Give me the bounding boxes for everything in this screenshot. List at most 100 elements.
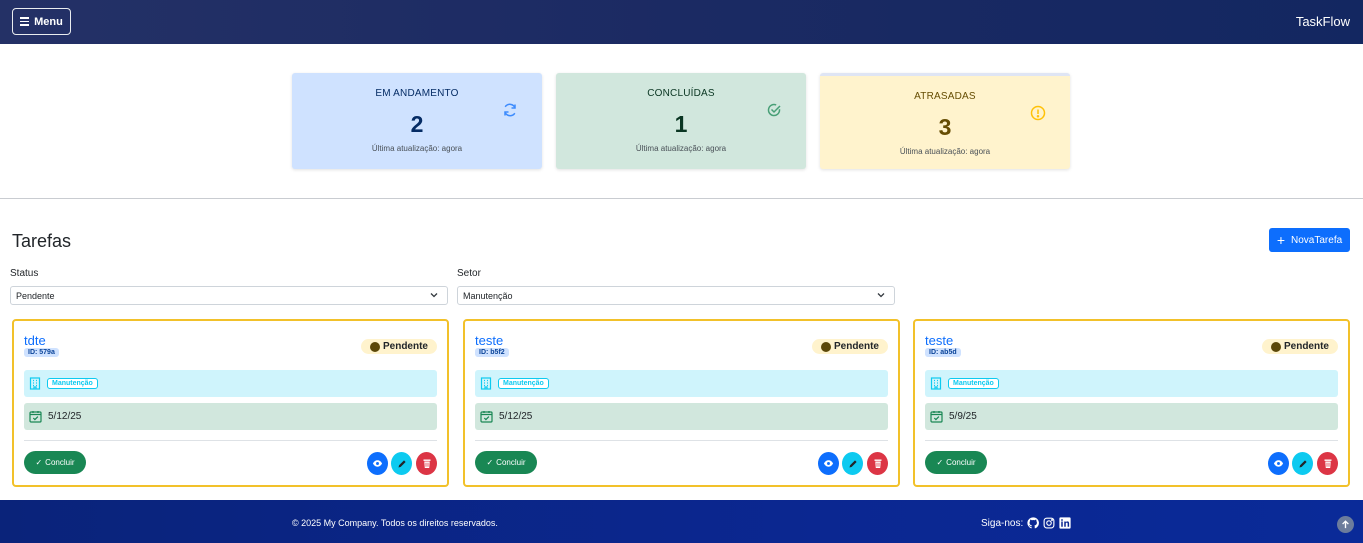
delete-button[interactable] <box>1317 452 1338 475</box>
task-id-badge: ID: b5f2 <box>475 348 509 357</box>
follow-label: Siga-nos: <box>981 517 1024 529</box>
status-filter-label: Status <box>10 268 39 279</box>
task-date-row: 5/9/25 <box>925 403 1338 430</box>
task-title[interactable]: tdte <box>24 333 46 348</box>
stat-card-in-progress: EM ANDAMENTO 2 Última atualização: agora <box>292 73 542 169</box>
top-navbar: Menu TaskFlow <box>0 0 1363 44</box>
check-icon: ✓ <box>936 458 944 467</box>
task-card: teste ID: b5f2 Pendente Manutenção 5/12/… <box>463 319 900 487</box>
task-setor-row: Manutenção <box>475 370 888 397</box>
pencil-icon <box>849 459 857 467</box>
exclamation-circle-icon <box>1030 105 1046 121</box>
view-button[interactable] <box>1268 452 1289 475</box>
view-button[interactable] <box>818 452 839 475</box>
edit-button[interactable] <box>391 452 412 475</box>
card-separator <box>24 440 437 441</box>
building-icon <box>930 377 942 390</box>
setor-badge: Manutenção <box>498 378 549 389</box>
building-icon <box>480 377 492 390</box>
stat-updated: Última atualização: agora <box>371 144 463 153</box>
setor-filter-select[interactable]: Manutenção <box>457 286 895 305</box>
check-icon: ✓ <box>486 458 494 467</box>
plus-icon: + <box>1276 232 1286 248</box>
delete-button[interactable] <box>416 452 437 475</box>
linkedin-icon[interactable] <box>1059 517 1071 529</box>
trash-icon <box>1324 459 1331 468</box>
chevron-down-icon <box>877 293 885 298</box>
task-id-badge: ID: ab5d <box>925 348 961 357</box>
instagram-icon[interactable] <box>1043 517 1055 529</box>
status-badge: Pendente <box>811 339 888 354</box>
stat-updated: Última atualização: agora <box>899 147 991 156</box>
building-icon <box>29 377 41 390</box>
pencil-icon <box>1299 459 1307 467</box>
refresh-icon <box>504 103 516 117</box>
tasks-title: Tarefas <box>12 231 72 251</box>
calendar-check-icon <box>930 411 943 423</box>
status-dot-icon <box>820 341 831 352</box>
conclude-label: Concluir <box>946 458 976 467</box>
task-date: 5/12/25 <box>499 411 533 422</box>
eye-icon <box>823 460 834 467</box>
stat-label: EM ANDAMENTO <box>375 88 459 99</box>
menu-button[interactable]: Menu <box>12 8 71 35</box>
status-label: Pendente <box>833 341 879 352</box>
task-date: 5/9/25 <box>949 411 977 422</box>
setor-badge: Manutenção <box>948 378 999 389</box>
check-icon: ✓ <box>35 458 43 467</box>
eye-icon <box>1273 460 1284 467</box>
section-divider <box>0 198 1363 199</box>
status-badge: Pendente <box>1261 339 1338 354</box>
brand-name[interactable]: TaskFlow <box>1296 14 1350 29</box>
setor-filter-value: Manutenção <box>463 290 513 301</box>
setor-filter-label: Setor <box>457 268 481 279</box>
task-card: teste ID: ab5d Pendente Manutenção 5/9/2… <box>913 319 1350 487</box>
stat-card-overdue: ATRASADAS 3 Última atualização: agora <box>820 73 1070 169</box>
conclude-button[interactable]: ✓ Concluir <box>24 451 86 474</box>
stat-updated: Última atualização: agora <box>635 144 727 153</box>
status-filter-select[interactable]: Pendente <box>10 286 448 305</box>
task-title[interactable]: teste <box>925 333 953 348</box>
github-icon[interactable] <box>1027 517 1040 529</box>
stats-row: EM ANDAMENTO 2 Última atualização: agora… <box>292 73 1070 169</box>
task-date-row: 5/12/25 <box>475 403 888 430</box>
trash-icon <box>423 459 430 468</box>
status-filter-value: Pendente <box>16 290 55 301</box>
conclude-button[interactable]: ✓ Concluir <box>475 451 537 474</box>
new-task-button[interactable]: + NovaTarefa <box>1269 228 1350 252</box>
hamburger-icon <box>20 17 30 26</box>
status-badge: Pendente <box>360 339 437 354</box>
view-button[interactable] <box>367 452 388 475</box>
arrow-up-icon <box>1342 520 1349 529</box>
footer: © 2025 My Company. Todos os direitos res… <box>0 500 1363 543</box>
check-circle-icon <box>767 103 781 117</box>
calendar-check-icon <box>480 411 493 423</box>
status-label: Pendente <box>382 341 428 352</box>
trash-icon <box>874 459 881 468</box>
stat-card-completed: CONCLUÍDAS 1 Última atualização: agora <box>556 73 806 169</box>
conclude-button[interactable]: ✓ Concluir <box>925 451 987 474</box>
task-card: tdte ID: 579a Pendente Manutenção 5/12/2… <box>12 319 449 487</box>
new-task-label: NovaTarefa <box>1291 234 1343 246</box>
task-setor-row: Manutenção <box>925 370 1338 397</box>
stat-label: CONCLUÍDAS <box>647 88 715 99</box>
card-separator <box>925 440 1338 441</box>
pencil-icon <box>398 459 406 467</box>
status-dot-icon <box>369 341 380 352</box>
edit-button[interactable] <box>842 452 863 475</box>
menu-label: Menu <box>34 15 63 28</box>
setor-badge: Manutenção <box>47 378 98 389</box>
eye-icon <box>372 460 383 467</box>
status-label: Pendente <box>1283 341 1329 352</box>
social-links: Siga-nos: <box>981 517 1071 529</box>
task-title[interactable]: teste <box>475 333 503 348</box>
card-separator <box>475 440 888 441</box>
copyright-text: © 2025 My Company. Todos os direitos res… <box>292 518 498 528</box>
status-dot-icon <box>1270 341 1281 352</box>
conclude-label: Concluir <box>496 458 526 467</box>
task-date: 5/12/25 <box>48 411 82 422</box>
conclude-label: Concluir <box>45 458 75 467</box>
edit-button[interactable] <box>1292 452 1313 475</box>
scroll-to-top-button[interactable] <box>1337 516 1354 533</box>
delete-button[interactable] <box>867 452 888 475</box>
